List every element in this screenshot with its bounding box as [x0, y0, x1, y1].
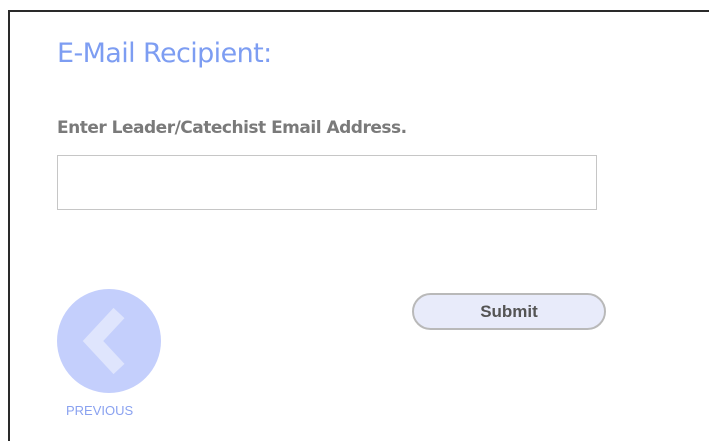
- email-field[interactable]: [57, 155, 597, 210]
- previous-button[interactable]: [57, 289, 161, 393]
- form-title: E-Mail Recipient:: [57, 38, 272, 69]
- previous-label[interactable]: PREVIOUS: [66, 403, 133, 418]
- chevron-left-icon: [82, 307, 125, 375]
- email-field-label: Enter Leader/Catechist Email Address.: [57, 118, 407, 138]
- submit-button[interactable]: Submit: [412, 293, 606, 330]
